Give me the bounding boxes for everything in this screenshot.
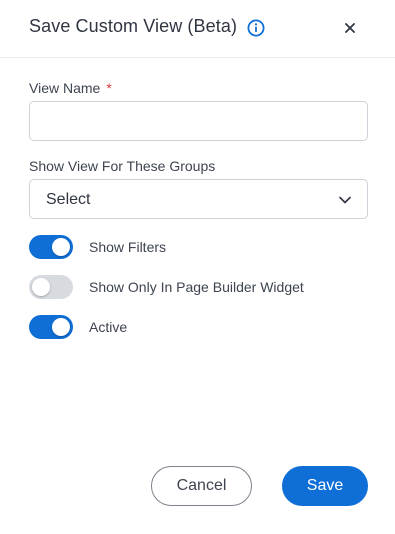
view-name-label: View Name * xyxy=(29,80,112,96)
view-name-label-text: View Name xyxy=(29,80,101,96)
groups-select-value: Select xyxy=(46,191,91,208)
show-filters-label: Show Filters xyxy=(89,239,167,255)
toggle-knob xyxy=(52,318,70,336)
show-filters-toggle[interactable] xyxy=(29,235,73,259)
active-label: Active xyxy=(89,319,128,335)
toggle-knob xyxy=(32,278,50,296)
dialog-header: Save Custom View (Beta) xyxy=(0,0,395,58)
groups-select[interactable]: Select xyxy=(29,179,368,219)
view-name-input[interactable] xyxy=(29,101,368,141)
cancel-button[interactable]: Cancel xyxy=(151,466,252,506)
dialog-title: Save Custom View (Beta) xyxy=(29,16,238,36)
active-toggle[interactable] xyxy=(29,315,73,339)
page-builder-only-toggle[interactable] xyxy=(29,275,73,299)
required-marker: * xyxy=(106,80,112,96)
groups-label: Show View For These Groups xyxy=(29,158,216,174)
page-builder-only-label: Show Only In Page Builder Widget xyxy=(89,279,304,295)
close-icon[interactable] xyxy=(340,18,360,38)
save-button[interactable]: Save xyxy=(282,466,368,506)
toggle-knob xyxy=(52,238,70,256)
chevron-down-icon xyxy=(339,196,351,204)
info-icon[interactable] xyxy=(247,19,265,37)
